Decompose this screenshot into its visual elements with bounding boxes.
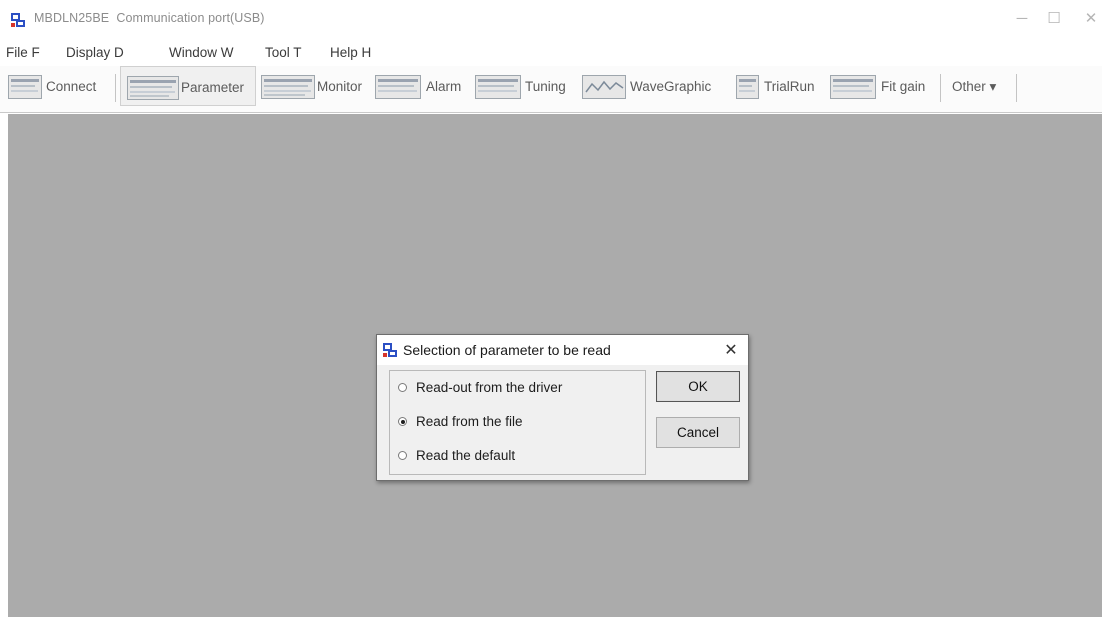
toolbar-separator xyxy=(1016,74,1017,102)
monitor-button[interactable]: Monitor xyxy=(259,66,369,106)
toolbar: Connect Parameter Monitor Alarm Tuning W… xyxy=(0,66,1102,113)
other-label: Other ▾ xyxy=(952,79,997,94)
fitgain-button[interactable]: Fit gain xyxy=(830,66,930,106)
radio-button[interactable] xyxy=(398,383,407,392)
other-dropdown-button[interactable]: Other ▾ xyxy=(944,66,1014,106)
monitor-label: Monitor xyxy=(317,79,363,94)
dialog-title-bar: Selection of parameter to be read ✕ xyxy=(377,335,748,365)
alarm-label: Alarm xyxy=(426,79,462,94)
wavegraphic-label: WaveGraphic xyxy=(630,79,712,94)
alarm-button[interactable]: Alarm xyxy=(375,66,470,106)
alarm-icon xyxy=(375,75,421,99)
dialog-title: Selection of parameter to be read xyxy=(403,342,611,358)
wavegraphic-button[interactable]: WaveGraphic xyxy=(582,66,732,106)
radio-button[interactable] xyxy=(398,417,407,426)
radio-selected-dot xyxy=(401,420,405,424)
menu-bar: File F Display D Window W Tool T Help H xyxy=(0,40,1102,64)
connect-label: Connect xyxy=(46,79,97,94)
trialrun-button[interactable]: TrialRun xyxy=(736,66,826,106)
wavegraphic-icon xyxy=(582,75,626,99)
fitgain-label: Fit gain xyxy=(881,79,926,94)
trialrun-icon xyxy=(736,75,759,99)
menu-help[interactable]: Help H xyxy=(330,45,371,60)
monitor-icon xyxy=(261,75,315,99)
parameter-read-dialog: Selection of parameter to be read ✕ Read… xyxy=(376,334,749,481)
menu-display[interactable]: Display D xyxy=(66,45,124,60)
toolbar-separator xyxy=(940,74,941,102)
radio-label: Read from the file xyxy=(416,414,523,429)
tuning-button[interactable]: Tuning xyxy=(475,66,575,106)
ok-button[interactable]: OK xyxy=(656,371,740,402)
fitgain-icon xyxy=(830,75,876,99)
connect-button[interactable]: Connect xyxy=(0,66,112,106)
parameter-button[interactable]: Parameter xyxy=(120,66,256,106)
menu-window[interactable]: Window W xyxy=(169,45,234,60)
connect-icon xyxy=(8,75,42,99)
app-icon xyxy=(11,13,25,27)
close-button[interactable]: ✕ xyxy=(1077,6,1102,32)
radio-label: Read-out from the driver xyxy=(416,380,563,395)
minimize-button[interactable]: ─ xyxy=(1008,6,1036,32)
tuning-label: Tuning xyxy=(525,79,566,94)
app-icon xyxy=(383,343,397,357)
maximize-button[interactable]: ☐ xyxy=(1040,6,1068,32)
window-title: MBDLN25BE Communication port(USB) xyxy=(34,11,265,25)
cancel-button[interactable]: Cancel xyxy=(656,417,740,448)
dialog-close-button[interactable]: ✕ xyxy=(721,340,741,360)
radio-label: Read the default xyxy=(416,448,516,463)
radio-button[interactable] xyxy=(398,451,407,460)
trialrun-label: TrialRun xyxy=(764,79,815,94)
title-bar: MBDLN25BE Communication port(USB) ─ ☐ ✕ xyxy=(0,0,1102,36)
menu-tool[interactable]: Tool T xyxy=(265,45,302,60)
menu-file[interactable]: File F xyxy=(6,45,40,60)
tuning-icon xyxy=(475,75,521,99)
toolbar-separator xyxy=(115,74,116,102)
parameter-icon xyxy=(127,76,179,100)
parameter-label: Parameter xyxy=(181,80,245,95)
read-source-group: Read-out from the driver Read from the f… xyxy=(389,370,646,475)
